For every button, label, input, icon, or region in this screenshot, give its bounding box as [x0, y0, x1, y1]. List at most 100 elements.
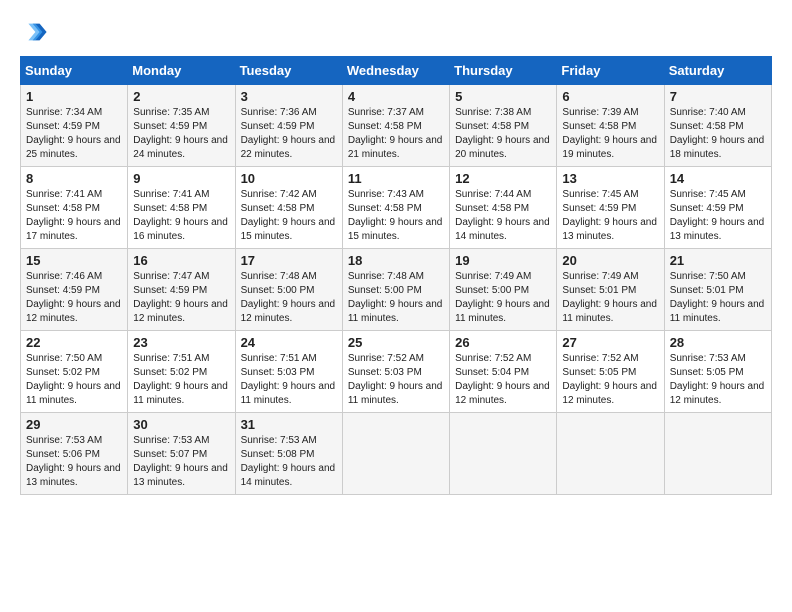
calendar-header-row: SundayMondayTuesdayWednesdayThursdayFrid… — [21, 57, 772, 85]
day-number: 15 — [26, 253, 122, 268]
logo-icon — [20, 18, 48, 46]
week-row-3: 22Sunrise: 7:50 AMSunset: 5:02 PMDayligh… — [21, 331, 772, 413]
day-info: Sunrise: 7:53 AMSunset: 5:07 PMDaylight:… — [133, 434, 229, 490]
calendar-cell: 22Sunrise: 7:50 AMSunset: 5:02 PMDayligh… — [21, 331, 128, 413]
day-number: 22 — [26, 335, 122, 350]
day-number: 1 — [26, 89, 122, 104]
day-info: Sunrise: 7:49 AMSunset: 5:00 PMDaylight:… — [455, 270, 551, 326]
calendar-cell: 28Sunrise: 7:53 AMSunset: 5:05 PMDayligh… — [664, 331, 771, 413]
day-info: Sunrise: 7:46 AMSunset: 4:59 PMDaylight:… — [26, 270, 122, 326]
week-row-1: 8 Sunrise: 7:41 AMSunset: 4:58 PMDaylight… — [21, 167, 772, 249]
day-info: Sunrise: 7:41 AMSunset: 4:58 PMDaylight:… — [133, 188, 229, 244]
day-number: 14 — [670, 171, 766, 186]
day-number: 10 — [241, 171, 337, 186]
day-number: 26 — [455, 335, 551, 350]
day-number: 13 — [562, 171, 658, 186]
calendar-cell: 10 Sunrise: 7:42 AMSunset: 4:58 PMDayligh… — [235, 167, 342, 249]
calendar-cell: 20Sunrise: 7:49 AMSunset: 5:01 PMDayligh… — [557, 249, 664, 331]
calendar-cell: 7 Sunrise: 7:40 AMSunset: 4:58 PMDaylight… — [664, 85, 771, 167]
day-info: Sunrise: 7:52 AMSunset: 5:05 PMDaylight:… — [562, 352, 658, 408]
calendar-cell: 25 Sunrise: 7:52 AMSunset: 5:03 PMDayligh… — [342, 331, 449, 413]
day-info: Sunrise: 7:45 AMSunset: 4:59 PMDaylight:… — [670, 188, 766, 244]
header-saturday: Saturday — [664, 57, 771, 85]
day-info: Sunrise: 7:52 AMSunset: 5:03 PMDaylight:… — [348, 352, 444, 408]
day-info: Sunrise: 7:47 AMSunset: 4:59 PMDaylight:… — [133, 270, 229, 326]
day-info: Sunrise: 7:42 AMSunset: 4:58 PMDaylight:… — [241, 188, 337, 244]
day-info: Sunrise: 7:53 AMSunset: 5:08 PMDaylight:… — [241, 434, 337, 490]
day-number: 7 — [670, 89, 766, 104]
calendar-cell — [664, 413, 771, 495]
calendar-cell: 18Sunrise: 7:48 AMSunset: 5:00 PMDayligh… — [342, 249, 449, 331]
day-number: 25 — [348, 335, 444, 350]
calendar-cell: 23 Sunrise: 7:51 AMSunset: 5:02 PMDayligh… — [128, 331, 235, 413]
calendar-cell: 5Sunrise: 7:38 AMSunset: 4:58 PMDaylight… — [450, 85, 557, 167]
day-number: 9 — [133, 171, 229, 186]
day-info: Sunrise: 7:45 AMSunset: 4:59 PMDaylight:… — [562, 188, 658, 244]
day-info: Sunrise: 7:40 AMSunset: 4:58 PMDaylight:… — [670, 106, 766, 162]
day-number: 31 — [241, 417, 337, 432]
week-row-4: 29 Sunrise: 7:53 AMSunset: 5:06 PMDayligh… — [21, 413, 772, 495]
day-info: Sunrise: 7:38 AMSunset: 4:58 PMDaylight:… — [455, 106, 551, 162]
calendar-cell: 9 Sunrise: 7:41 AMSunset: 4:58 PMDaylight… — [128, 167, 235, 249]
day-info: Sunrise: 7:41 AMSunset: 4:58 PMDaylight:… — [26, 188, 122, 244]
day-number: 30 — [133, 417, 229, 432]
day-info: Sunrise: 7:39 AMSunset: 4:58 PMDaylight:… — [562, 106, 658, 162]
calendar-cell: 4 Sunrise: 7:37 AMSunset: 4:58 PMDaylight… — [342, 85, 449, 167]
calendar-cell: 15 Sunrise: 7:46 AMSunset: 4:59 PMDayligh… — [21, 249, 128, 331]
calendar-cell: 21 Sunrise: 7:50 AMSunset: 5:01 PMDayligh… — [664, 249, 771, 331]
day-info: Sunrise: 7:35 AMSunset: 4:59 PMDaylight:… — [133, 106, 229, 162]
header-thursday: Thursday — [450, 57, 557, 85]
day-number: 23 — [133, 335, 229, 350]
calendar-cell: 24Sunrise: 7:51 AMSunset: 5:03 PMDayligh… — [235, 331, 342, 413]
day-info: Sunrise: 7:48 AMSunset: 5:00 PMDaylight:… — [241, 270, 337, 326]
calendar-cell: 8 Sunrise: 7:41 AMSunset: 4:58 PMDaylight… — [21, 167, 128, 249]
main-container: SundayMondayTuesdayWednesdayThursdayFrid… — [0, 0, 792, 505]
header-friday: Friday — [557, 57, 664, 85]
calendar-cell — [342, 413, 449, 495]
calendar-cell: 27 Sunrise: 7:52 AMSunset: 5:05 PMDayligh… — [557, 331, 664, 413]
day-number: 19 — [455, 253, 551, 268]
day-info: Sunrise: 7:50 AMSunset: 5:01 PMDaylight:… — [670, 270, 766, 326]
day-number: 21 — [670, 253, 766, 268]
day-number: 12 — [455, 171, 551, 186]
calendar-cell: 3 Sunrise: 7:36 AMSunset: 4:59 PMDaylight… — [235, 85, 342, 167]
day-number: 27 — [562, 335, 658, 350]
day-info: Sunrise: 7:51 AMSunset: 5:03 PMDaylight:… — [241, 352, 337, 408]
logo — [20, 18, 52, 46]
header-wednesday: Wednesday — [342, 57, 449, 85]
calendar-cell: 2 Sunrise: 7:35 AMSunset: 4:59 PMDaylight… — [128, 85, 235, 167]
day-number: 11 — [348, 171, 444, 186]
day-number: 2 — [133, 89, 229, 104]
day-number: 8 — [26, 171, 122, 186]
calendar-cell: 6Sunrise: 7:39 AMSunset: 4:58 PMDaylight… — [557, 85, 664, 167]
calendar-cell — [557, 413, 664, 495]
calendar-cell: 1 Sunrise: 7:34 AMSunset: 4:59 PMDaylight… — [21, 85, 128, 167]
day-number: 29 — [26, 417, 122, 432]
day-number: 17 — [241, 253, 337, 268]
calendar-cell: 26 Sunrise: 7:52 AMSunset: 5:04 PMDayligh… — [450, 331, 557, 413]
header-monday: Monday — [128, 57, 235, 85]
calendar-table: SundayMondayTuesdayWednesdayThursdayFrid… — [20, 56, 772, 495]
day-info: Sunrise: 7:36 AMSunset: 4:59 PMDaylight:… — [241, 106, 337, 162]
day-info: Sunrise: 7:37 AMSunset: 4:58 PMDaylight:… — [348, 106, 444, 162]
week-row-2: 15 Sunrise: 7:46 AMSunset: 4:59 PMDayligh… — [21, 249, 772, 331]
day-number: 4 — [348, 89, 444, 104]
day-info: Sunrise: 7:53 AMSunset: 5:06 PMDaylight:… — [26, 434, 122, 490]
day-info: Sunrise: 7:34 AMSunset: 4:59 PMDaylight:… — [26, 106, 122, 162]
day-info: Sunrise: 7:51 AMSunset: 5:02 PMDaylight:… — [133, 352, 229, 408]
calendar-cell: 31 Sunrise: 7:53 AMSunset: 5:08 PMDayligh… — [235, 413, 342, 495]
header — [20, 18, 772, 46]
day-number: 20 — [562, 253, 658, 268]
day-number: 18 — [348, 253, 444, 268]
day-number: 3 — [241, 89, 337, 104]
calendar-cell: 16Sunrise: 7:47 AMSunset: 4:59 PMDayligh… — [128, 249, 235, 331]
calendar-cell: 30 Sunrise: 7:53 AMSunset: 5:07 PMDayligh… — [128, 413, 235, 495]
calendar-cell: 12Sunrise: 7:44 AMSunset: 4:58 PMDayligh… — [450, 167, 557, 249]
day-info: Sunrise: 7:43 AMSunset: 4:58 PMDaylight:… — [348, 188, 444, 244]
calendar-cell: 11 Sunrise: 7:43 AMSunset: 4:58 PMDayligh… — [342, 167, 449, 249]
day-info: Sunrise: 7:52 AMSunset: 5:04 PMDaylight:… — [455, 352, 551, 408]
header-sunday: Sunday — [21, 57, 128, 85]
day-number: 28 — [670, 335, 766, 350]
calendar-cell: 29 Sunrise: 7:53 AMSunset: 5:06 PMDayligh… — [21, 413, 128, 495]
calendar-cell: 17 Sunrise: 7:48 AMSunset: 5:00 PMDayligh… — [235, 249, 342, 331]
